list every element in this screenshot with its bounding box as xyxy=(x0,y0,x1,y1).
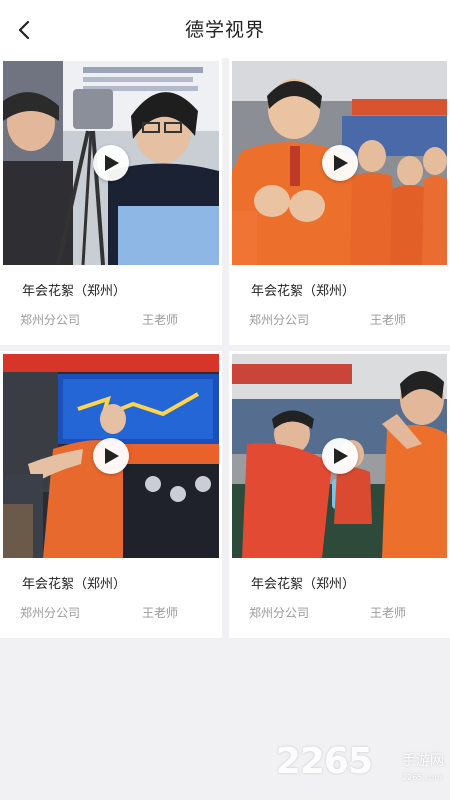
video-card[interactable]: 年会花絮（郑州） 郑州分公司 王老师 xyxy=(229,58,450,345)
play-icon xyxy=(105,448,119,464)
company-label: 郑州分公司 xyxy=(249,606,310,620)
video-title: 年会花絮（郑州） xyxy=(22,577,127,592)
page-title: 德学视界 xyxy=(184,19,265,41)
video-card[interactable]: 年会花絮（郑州） 郑州分公司 王老师 xyxy=(0,58,222,345)
play-button[interactable] xyxy=(93,145,129,181)
video-card[interactable]: 年会花絮（郑州） 郑州分公司 王老师 xyxy=(229,351,450,638)
video-title: 年会花絮（郑州） xyxy=(251,284,356,299)
video-card[interactable]: 年会花絮（郑州） 郑州分公司 王老师 xyxy=(0,351,222,638)
play-icon xyxy=(333,155,348,171)
teacher-label: 王老师 xyxy=(141,606,178,620)
play-icon xyxy=(333,448,348,464)
teacher-label: 王老师 xyxy=(141,313,178,327)
video-title: 年会花絮（郑州） xyxy=(22,284,127,299)
teacher-label: 王老师 xyxy=(369,313,406,327)
company-label: 郑州分公司 xyxy=(20,606,81,620)
company-label: 郑州分公司 xyxy=(20,313,81,327)
video-thumbnail[interactable] xyxy=(232,61,447,265)
top-bar: 德学视界 xyxy=(0,0,450,58)
site-watermark: 2265 手游网 2265.com xyxy=(274,741,444,782)
watermark-text: 手游网 xyxy=(402,753,444,769)
video-thumbnail[interactable] xyxy=(3,354,219,558)
watermark-url: 2265.com xyxy=(402,773,442,782)
teacher-label: 王老师 xyxy=(369,606,406,620)
video-title: 年会花絮（郑州） xyxy=(251,577,356,592)
play-button[interactable] xyxy=(321,438,358,474)
play-icon xyxy=(105,155,119,171)
play-button[interactable] xyxy=(93,438,129,474)
watermark-number: 2265 xyxy=(275,741,373,782)
company-label: 郑州分公司 xyxy=(249,313,310,327)
video-thumbnail[interactable] xyxy=(232,354,447,558)
video-thumbnail[interactable] xyxy=(3,61,219,265)
play-button[interactable] xyxy=(321,145,358,181)
